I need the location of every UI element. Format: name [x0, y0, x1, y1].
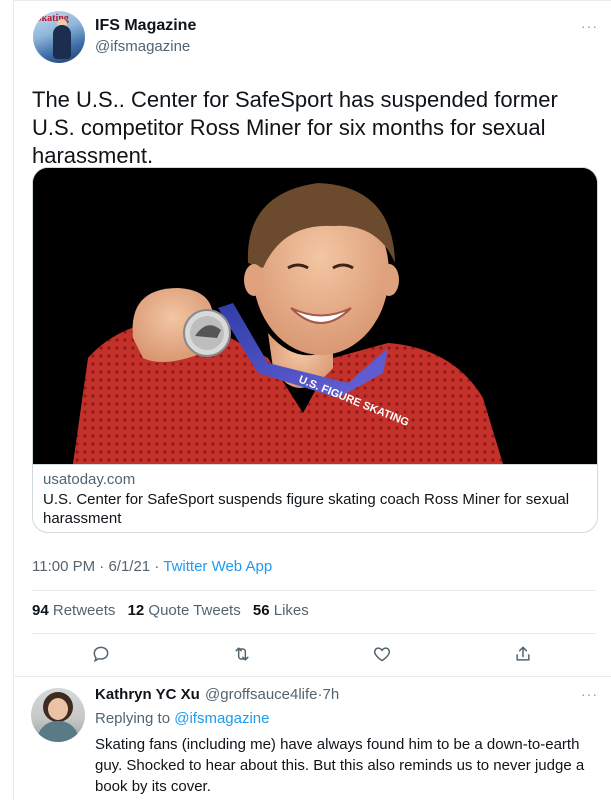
separator-1: ·: [99, 558, 105, 575]
reply-time[interactable]: 7h: [323, 686, 340, 703]
author-handle[interactable]: @ifsmagazine: [95, 38, 190, 55]
divider-top: [32, 590, 596, 591]
link-card[interactable]: U.S. FIGURE SKATING usatoday.com U.S. Ce…: [32, 167, 598, 533]
tweet-source[interactable]: Twitter Web App: [163, 558, 272, 575]
reply-author-handle: @groffsauce4life·7h: [205, 686, 340, 703]
likes-stat[interactable]: 56 Likes: [253, 602, 309, 619]
share-icon[interactable]: [513, 644, 533, 664]
tweet-stats: 94 Retweets 12 Quote Tweets 56 Likes: [32, 602, 309, 619]
like-icon[interactable]: [372, 644, 392, 664]
card-meta[interactable]: usatoday.com U.S. Center for SafeSport s…: [33, 464, 597, 532]
retweet-icon[interactable]: [232, 644, 252, 664]
reply-author-name[interactable]: Kathryn YC Xu: [95, 686, 200, 703]
replying-to-handle[interactable]: @ifsmagazine: [174, 710, 269, 727]
card-domain: usatoday.com: [43, 471, 136, 488]
reply-text: Skating fans (including me) have always …: [95, 736, 585, 795]
quote-tweets-stat[interactable]: 12 Quote Tweets: [128, 602, 241, 619]
top-border: [13, 0, 611, 1]
divider-bottom: [32, 633, 596, 634]
kathryn-avatar[interactable]: [31, 688, 85, 742]
tweet-time[interactable]: 11:00 PM: [32, 558, 95, 575]
reply-more-options-icon[interactable]: ···: [581, 686, 598, 702]
tweet-text: The U.S.. Center for SafeSport has suspe…: [32, 87, 558, 168]
tweet-date[interactable]: 6/1/21: [108, 558, 150, 575]
replying-to-line: Replying to @ifsmagazine: [95, 710, 270, 727]
more-options-icon[interactable]: ···: [581, 18, 598, 34]
separator-2: ·: [154, 558, 160, 575]
author-name[interactable]: IFS Magazine: [95, 17, 196, 35]
reply-divider: [13, 676, 611, 677]
retweets-stat[interactable]: 94 Retweets: [32, 602, 115, 619]
reply-icon[interactable]: [91, 644, 111, 664]
card-title: U.S. Center for SafeSport suspends figur…: [43, 491, 570, 527]
card-image[interactable]: U.S. FIGURE SKATING: [33, 168, 597, 464]
tweet-timestamp: 11:00 PM · 6/1/21 · Twitter Web App: [32, 558, 272, 575]
ifs-magazine-avatar[interactable]: Skating: [33, 11, 85, 63]
